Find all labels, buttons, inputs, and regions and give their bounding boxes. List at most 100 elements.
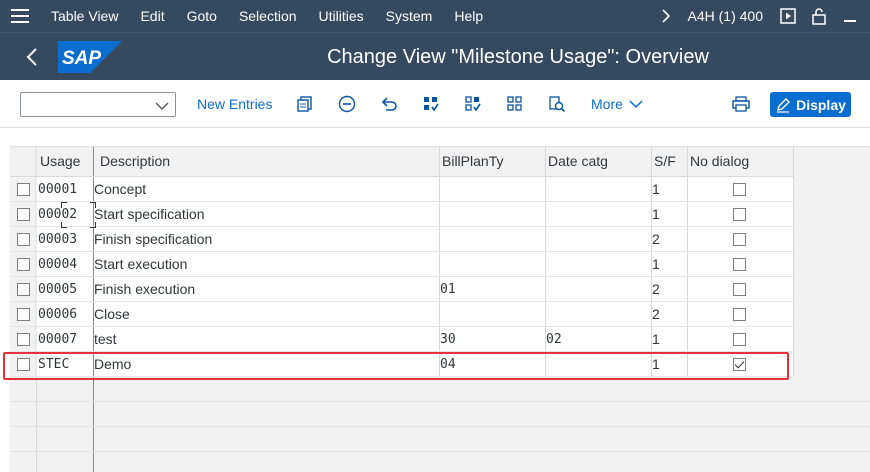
billplanty-cell[interactable] bbox=[440, 252, 540, 277]
edit-icon bbox=[777, 97, 791, 113]
description-cell[interactable]: Start execution bbox=[94, 252, 434, 277]
row-selector-checkbox[interactable] bbox=[17, 183, 30, 196]
no-dialog-checkbox[interactable] bbox=[733, 283, 746, 296]
minimize-icon[interactable] bbox=[839, 5, 861, 27]
focus-marker bbox=[61, 222, 67, 228]
no-dialog-checkbox[interactable] bbox=[733, 233, 746, 246]
date-catg-cell[interactable] bbox=[546, 352, 646, 377]
column-header-usage[interactable]: Usage bbox=[36, 146, 80, 177]
sf-cell[interactable]: 1 bbox=[652, 177, 682, 202]
row-selector-checkbox[interactable] bbox=[17, 208, 30, 221]
billplanty-cell[interactable]: 01 bbox=[440, 277, 540, 302]
row-selector-checkbox[interactable] bbox=[17, 283, 30, 296]
menu-item-table-view[interactable]: Table View bbox=[40, 0, 129, 32]
description-cell[interactable]: Finish execution bbox=[94, 277, 434, 302]
where-used-icon[interactable] bbox=[546, 93, 568, 115]
menu-item-edit[interactable]: Edit bbox=[129, 0, 175, 32]
description-cell[interactable]: Concept bbox=[94, 177, 434, 202]
date-catg-cell[interactable] bbox=[546, 202, 646, 227]
billplanty-cell[interactable]: 30 bbox=[440, 327, 540, 352]
description-cell[interactable]: Start specification bbox=[94, 202, 434, 227]
row-selector-checkbox[interactable] bbox=[17, 358, 30, 371]
description-cell[interactable]: Finish specification bbox=[94, 227, 434, 252]
chevron-right-icon[interactable] bbox=[654, 9, 678, 23]
billplanty-cell[interactable]: 04 bbox=[440, 352, 540, 377]
sap-logo: SAP bbox=[58, 41, 122, 73]
sf-cell[interactable]: 1 bbox=[652, 327, 682, 352]
date-catg-cell[interactable] bbox=[546, 177, 646, 202]
column-header-sf[interactable]: S/F bbox=[650, 146, 676, 177]
billplanty-cell[interactable] bbox=[440, 177, 540, 202]
no-dialog-checkbox[interactable] bbox=[733, 208, 746, 221]
menu-item-goto[interactable]: Goto bbox=[176, 0, 228, 32]
usage-cell[interactable]: STEC bbox=[38, 352, 92, 377]
usage-cell[interactable]: 00003 bbox=[38, 227, 92, 252]
date-catg-cell[interactable] bbox=[546, 227, 646, 252]
column-header-description[interactable]: Description bbox=[96, 146, 170, 177]
sf-cell[interactable]: 1 bbox=[652, 352, 682, 377]
menu-item-system[interactable]: System bbox=[375, 0, 444, 32]
row-selector-checkbox[interactable] bbox=[17, 258, 30, 271]
sf-cell[interactable]: 2 bbox=[652, 302, 682, 327]
column-header-billplanty[interactable]: BillPlanTy bbox=[438, 146, 503, 177]
no-dialog-checkbox[interactable] bbox=[733, 258, 746, 271]
undo-icon[interactable] bbox=[378, 93, 400, 115]
date-catg-cell[interactable] bbox=[546, 277, 646, 302]
description-cell[interactable]: Demo bbox=[94, 352, 434, 377]
focus-marker bbox=[90, 222, 96, 228]
usage-cell[interactable]: 00007 bbox=[38, 327, 92, 352]
date-catg-cell[interactable]: 02 bbox=[546, 327, 646, 352]
column-header-date-catg[interactable]: Date catg bbox=[544, 146, 608, 177]
select-block-icon[interactable] bbox=[462, 93, 484, 115]
more-button[interactable]: More bbox=[591, 92, 643, 117]
table-row: 00006 Close 2 bbox=[10, 302, 794, 327]
billplanty-cell[interactable] bbox=[440, 202, 540, 227]
menu-item-help[interactable]: Help bbox=[443, 0, 494, 32]
new-entries-button[interactable]: New Entries bbox=[197, 92, 272, 117]
usage-cell[interactable]: 00005 bbox=[38, 277, 92, 302]
usage-cell[interactable]: 00006 bbox=[38, 302, 92, 327]
usage-cell[interactable]: 00004 bbox=[38, 252, 92, 277]
sf-cell[interactable]: 2 bbox=[652, 277, 682, 302]
row-selector-checkbox[interactable] bbox=[17, 308, 30, 321]
command-dropdown[interactable] bbox=[20, 92, 176, 117]
menu-items: Table View Edit Goto Selection Utilities Syst… bbox=[40, 0, 494, 32]
table-row: STEC Demo 04 1 bbox=[10, 352, 794, 377]
column-header-no-dialog[interactable]: No dialog bbox=[686, 146, 749, 177]
table-row: 00003 Finish specification 2 bbox=[10, 227, 794, 252]
execute-icon[interactable] bbox=[777, 5, 799, 27]
no-dialog-checkbox[interactable] bbox=[733, 183, 746, 196]
menu-right: A4H (1) 400 bbox=[654, 0, 870, 32]
table-row: 00007 test 30 02 1 bbox=[10, 327, 794, 352]
date-catg-cell[interactable] bbox=[546, 302, 646, 327]
description-cell[interactable]: test bbox=[94, 327, 434, 352]
date-catg-cell[interactable] bbox=[546, 252, 646, 277]
description-cell[interactable]: Close bbox=[94, 302, 434, 327]
no-dialog-checkbox[interactable] bbox=[733, 308, 746, 321]
billplanty-cell[interactable] bbox=[440, 302, 540, 327]
unlock-icon[interactable] bbox=[808, 5, 830, 27]
menu-item-utilities[interactable]: Utilities bbox=[308, 0, 375, 32]
select-all-icon[interactable] bbox=[420, 93, 442, 115]
more-button-label: More bbox=[591, 96, 623, 112]
delete-icon[interactable] bbox=[336, 93, 358, 115]
billplanty-cell[interactable] bbox=[440, 227, 540, 252]
table-control: Usage Description BillPlanTy Date catg S… bbox=[10, 146, 870, 472]
sf-cell[interactable]: 2 bbox=[652, 227, 682, 252]
print-icon[interactable] bbox=[730, 93, 752, 115]
no-dialog-checkbox[interactable] bbox=[733, 358, 746, 371]
row-selector-checkbox[interactable] bbox=[17, 233, 30, 246]
usage-cell[interactable]: 00001 bbox=[38, 177, 92, 202]
no-dialog-checkbox[interactable] bbox=[733, 333, 746, 346]
focus-marker bbox=[90, 202, 96, 208]
sf-cell[interactable]: 1 bbox=[652, 202, 682, 227]
shell-header: SAP Change View "Milestone Usage": Overv… bbox=[0, 32, 870, 80]
copy-icon[interactable] bbox=[294, 93, 316, 115]
row-selector-checkbox[interactable] bbox=[17, 333, 30, 346]
deselect-all-icon[interactable] bbox=[504, 93, 526, 115]
display-button[interactable]: Display bbox=[770, 92, 851, 117]
back-icon[interactable] bbox=[18, 45, 46, 69]
menu-item-selection[interactable]: Selection bbox=[228, 0, 308, 32]
sf-cell[interactable]: 1 bbox=[652, 252, 682, 277]
menu-icon[interactable] bbox=[0, 0, 40, 32]
